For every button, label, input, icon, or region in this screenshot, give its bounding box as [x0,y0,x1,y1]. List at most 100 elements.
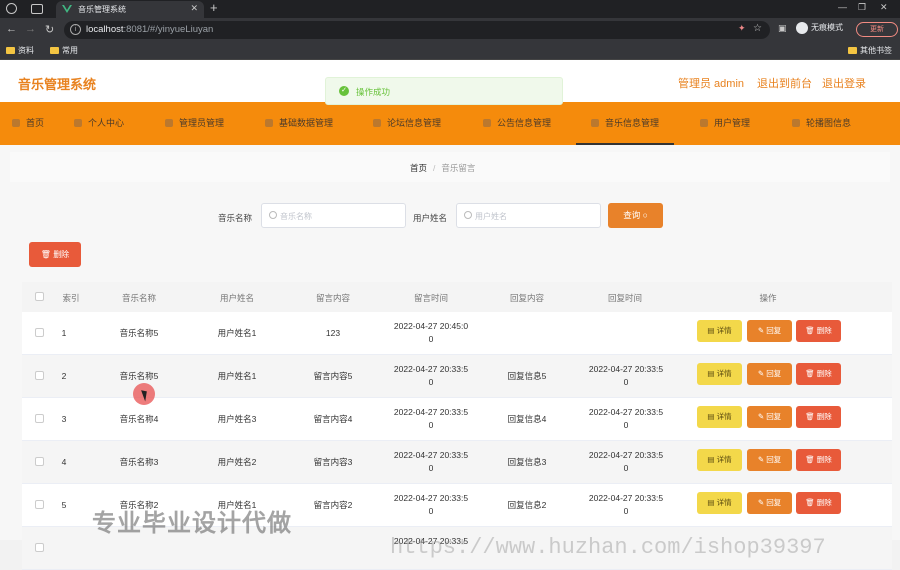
admin-label: 管理员 admin [678,78,745,90]
address-bar[interactable]: i localhost:8081/#/yinyueLiuyan ☆ [64,21,770,39]
menu-item-music[interactable]: 音乐信息管理 [576,102,675,145]
breadcrumb-home[interactable]: 首页 [410,163,427,173]
cell-reply-time: 2022-04-27 20:33:5 0 [588,364,664,387]
cell-content: 123 [325,328,341,338]
row-delete-button[interactable]: 🗑 删除 [796,320,841,342]
row-delete-button[interactable]: 🗑 删除 [796,406,841,428]
cell-index: 1 [61,328,67,338]
cell-user: 用户姓名3 [217,414,257,424]
edit-icon: ✎ [757,455,767,464]
music-name-label: 音乐名称 [218,213,253,223]
row-checkbox[interactable] [35,328,44,337]
window-close-icon[interactable]: ✕ [880,2,888,13]
music-name-input[interactable] [280,208,400,224]
url-text[interactable]: localhost:8081/#/yinyueLiuyan [86,24,213,35]
user-name-input[interactable] [475,208,595,224]
update-button[interactable]: 更新 [856,22,898,37]
cell-user: 用户姓名1 [217,371,257,381]
reply-button[interactable]: ✎ 回复 [747,406,792,428]
other-bookmarks[interactable]: 其他书签 [848,45,892,56]
search-icon [464,211,472,219]
detail-button[interactable]: ▤ 详情 [697,363,742,385]
th-reply-time: 回复时间 [607,293,642,303]
bookmark-folder-changyong[interactable]: 常用 [50,45,78,56]
table-header: 索引 音乐名称 用户姓名 留言内容 留言时间 回复内容 回复时间 操作 [22,282,892,312]
edit-icon: ✎ [757,326,767,335]
th-content: 留言内容 [315,293,350,303]
music-name-input-wrap[interactable] [261,203,406,228]
detail-icon: ▤ [707,412,717,421]
cell-reply: 回复信息2 [507,500,547,510]
forward-icon[interactable]: → [25,23,36,35]
user-icon [74,119,82,127]
detail-button[interactable]: ▤ 详情 [697,406,742,428]
menu-item-basic-data[interactable]: 基础数据管理 [265,102,333,145]
bookmark-folder-ziliao[interactable]: 资料 [6,45,34,56]
row-delete-button[interactable]: 🗑 删除 [796,449,841,471]
watermark-url: https://www.huzhan.com/ishop39397 [390,535,826,560]
row-checkbox[interactable] [35,371,44,380]
browser-tab[interactable]: 音乐管理系统 ✕ [56,1,204,18]
folder-icon [6,47,15,54]
new-tab-icon[interactable]: + [210,0,218,15]
incognito-profile[interactable]: 无痕模式 [796,22,843,34]
restore-icon[interactable]: ❐ [858,2,866,13]
site-info-icon[interactable]: i [70,24,81,35]
batch-delete-button[interactable]: 🗑 删除 [29,242,81,267]
menu-item-profile[interactable]: 个人中心 [74,102,124,145]
menu-item-admin[interactable]: 管理员管理 [165,102,224,145]
menu-item-notice[interactable]: 公告信息管理 [483,102,551,145]
menu-item-users[interactable]: 用户管理 [700,102,750,145]
cell-index: 2 [61,371,67,381]
cell-time: 2022-04-27 20:33:5 0 [393,450,469,473]
globe-icon[interactable] [6,3,17,14]
users-icon [700,119,708,127]
check-circle-icon: ✓ [339,86,349,96]
trash-icon: 🗑 [805,326,817,335]
reply-button[interactable]: ✎ 回复 [747,492,792,514]
cell-reply-time: 2022-04-27 20:33:5 0 [588,493,664,516]
select-all-checkbox[interactable] [35,292,44,301]
reply-button[interactable]: ✎ 回复 [747,363,792,385]
reload-icon[interactable]: ↻ [45,23,54,36]
menu-item-carousel[interactable]: 轮播图信息 [792,102,851,145]
row-checkbox[interactable] [35,500,44,509]
logout-link[interactable]: 退出登录 [822,75,866,91]
bookmarks-bar: 资料 常用 其他书签 [0,42,900,60]
extension-icon[interactable]: ✦ [738,23,746,34]
admin-icon [165,119,173,127]
minimize-icon[interactable]: — [838,2,847,12]
menu-item-home[interactable]: 首页 [12,102,44,145]
cell-user: 用户姓名2 [217,457,257,467]
query-button[interactable]: 查询 ○ [608,203,663,228]
row-delete-button[interactable]: 🗑 删除 [796,363,841,385]
exit-to-front-link[interactable]: 退出到前台 [757,75,812,91]
reply-button[interactable]: ✎ 回复 [747,449,792,471]
cell-content: 留言内容3 [313,457,353,467]
cell-reply: 回复信息5 [507,371,547,381]
user-name-input-wrap[interactable] [456,203,601,228]
trash-icon: 🗑 [805,412,817,421]
detail-button[interactable]: ▤ 详情 [697,449,742,471]
edit-icon: ✎ [757,369,767,378]
reply-button[interactable]: ✎ 回复 [747,320,792,342]
row-checkbox[interactable] [35,543,44,552]
th-reply: 回复内容 [509,293,544,303]
sidebar-icon[interactable]: ▣ [778,23,787,34]
detail-icon: ▤ [707,455,717,464]
cell-content: 留言内容5 [313,371,353,381]
row-delete-button[interactable]: 🗑 删除 [796,492,841,514]
menu-item-forum[interactable]: 论坛信息管理 [373,102,441,145]
row-checkbox[interactable] [35,414,44,423]
detail-button[interactable]: ▤ 详情 [697,320,742,342]
address-bar-row: ← → ↻ i localhost:8081/#/yinyueLiuyan ☆ … [0,18,900,42]
back-icon[interactable]: ← [6,23,17,35]
tab-close-icon[interactable]: ✕ [190,3,198,14]
edit-icon: ✎ [757,412,767,421]
detail-button[interactable]: ▤ 详情 [697,492,742,514]
watermark-text: 专业毕业设计代做 [92,510,292,537]
row-checkbox[interactable] [35,457,44,466]
window-icon[interactable] [31,4,43,14]
cell-music: 音乐名称5 [119,328,159,338]
bookmark-star-icon[interactable]: ☆ [753,23,762,34]
